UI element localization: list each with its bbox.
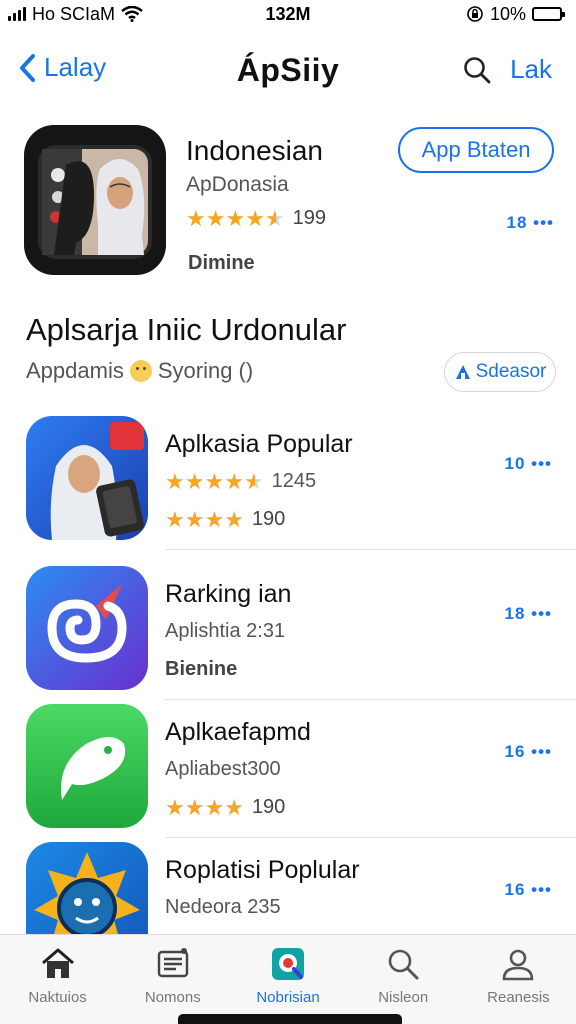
- app-name: Aplkaefapmd: [165, 718, 311, 746]
- featured-rating: ★ ★ ★ ★ ★ 199: [186, 207, 326, 230]
- home-icon: [41, 948, 74, 978]
- lock-rotation-icon: [467, 6, 483, 22]
- search-badge-icon: [272, 948, 304, 980]
- list-item[interactable]: Rarking ian Aplishtia 2:31 Bienine 18 ••…: [0, 562, 576, 700]
- more-options-button[interactable]: 16 •••: [505, 880, 553, 900]
- star-icon: ★: [184, 468, 205, 494]
- status-bar: Ho SCIaM 132M 10%: [0, 0, 576, 28]
- section-title: Aplsarja Iniic Urdonular: [26, 312, 347, 347]
- tab-search-active[interactable]: Nobrisian: [230, 935, 345, 1024]
- rating-count: 190: [251, 796, 286, 818]
- back-label: Lalay: [44, 52, 107, 82]
- more-options-button[interactable]: 18 •••: [505, 604, 553, 624]
- season-button[interactable]: Sdeasor: [444, 352, 556, 392]
- app-rating: ★ ★ ★ ★ ★ 1245: [165, 470, 316, 493]
- star-icon: ★: [225, 205, 246, 231]
- star-icon: ★: [184, 794, 205, 820]
- app-subtitle: Apliabest300: [165, 758, 281, 780]
- search-icon[interactable]: [462, 55, 492, 85]
- star-icon: ★: [243, 468, 264, 494]
- section-subtitle-text: Appdamis: [26, 358, 124, 383]
- star-icon: ★: [184, 506, 205, 532]
- signal-icon: [8, 7, 26, 21]
- tab-list[interactable]: Nomons: [115, 935, 230, 1024]
- star-icon: ★: [204, 468, 225, 494]
- app-rating: ★ ★ ★ ★ 190: [165, 796, 285, 819]
- star-icon: ★: [204, 506, 225, 532]
- more-options-button[interactable]: 18 •••: [507, 213, 555, 233]
- get-app-button[interactable]: App Btaten: [398, 127, 554, 173]
- star-icon: ★: [245, 205, 265, 231]
- tab-label: Nomons: [144, 989, 201, 1006]
- star-icon: ★: [264, 205, 285, 231]
- tab-label: Nisleon: [378, 989, 429, 1006]
- wifi-icon: [121, 6, 143, 22]
- season-button-label: Sdeasor: [475, 361, 547, 382]
- featured-app-icon: [24, 125, 166, 275]
- store-icon: [455, 365, 470, 379]
- star-icon: ★: [186, 205, 206, 231]
- featured-app[interactable]: Indonesian ApDonasia ★ ★ ★ ★ ★ 199 Dimine Ap…: [24, 125, 560, 275]
- star-icon: ★: [205, 205, 226, 231]
- app-subtitle: Aplishtia 2:31: [165, 620, 286, 642]
- tab-profile[interactable]: Reanesis: [461, 935, 576, 1024]
- rating-count: 199: [292, 207, 327, 229]
- featured-app-name: Indonesian: [186, 135, 324, 166]
- app-rating-secondary: ★ ★ ★ ★ 190: [165, 508, 285, 531]
- carrier-label: Ho SCIaM: [32, 3, 116, 24]
- app-name: Rarking ian: [165, 580, 292, 608]
- star-icon: ★: [224, 794, 244, 820]
- star-icon: ★: [224, 468, 244, 494]
- smiley-icon: [129, 360, 152, 382]
- star-icon: ★: [204, 794, 225, 820]
- more-options-button[interactable]: 10 •••: [505, 454, 553, 474]
- star-rating: ★★★★: [165, 506, 244, 532]
- tab-label: Nobrisian: [256, 989, 320, 1006]
- star-rating: ★★★★: [165, 794, 244, 820]
- home-indicator: [178, 1014, 402, 1024]
- tab-label: Reanesis: [487, 989, 550, 1006]
- list-icon: [157, 948, 188, 978]
- back-button[interactable]: Lalay: [18, 52, 106, 83]
- star-icon: ★: [165, 794, 185, 820]
- battery-percent: 10%: [489, 3, 526, 24]
- tab-label: Naktuios: [28, 989, 87, 1006]
- section-subtitle-extra: Syoring (): [157, 358, 254, 383]
- rating-count: 190: [251, 508, 286, 530]
- app-icon: [26, 416, 148, 540]
- app-icon: [26, 704, 148, 828]
- featured-app-label: Dimine: [188, 252, 255, 274]
- star-rating: ★ ★ ★ ★ ★: [186, 205, 285, 231]
- list-item[interactable]: Aplkasia Popular ★ ★ ★ ★ ★ 1245 ★ ★ ★ ★ 190 10 …: [0, 412, 576, 550]
- app-icon: [26, 566, 148, 690]
- app-label: Bienine: [165, 658, 238, 680]
- nav-bar: Lalay ÁpSiiy Lak: [0, 42, 576, 102]
- nav-right-link[interactable]: Lak: [510, 54, 552, 85]
- tab-home[interactable]: Naktuios: [0, 935, 115, 1024]
- app-name: Roplatisi Poplular: [165, 856, 360, 884]
- clock: 132M: [265, 3, 311, 24]
- tab-search[interactable]: Nisleon: [346, 935, 461, 1024]
- battery-icon: [532, 7, 565, 21]
- app-subtitle: Nedeora 235: [165, 896, 281, 918]
- star-icon: ★: [165, 468, 185, 494]
- app-name: Aplkasia Popular: [165, 430, 353, 458]
- more-options-button[interactable]: 16 •••: [505, 742, 553, 762]
- section-subtitle: Appdamis Syoring (): [26, 358, 253, 384]
- star-icon: ★: [165, 506, 185, 532]
- divider: [165, 549, 576, 550]
- featured-app-subtitle: ApDonasia: [186, 173, 289, 196]
- star-rating: ★ ★ ★ ★ ★: [165, 468, 264, 494]
- list-item[interactable]: Aplkaefapmd Apliabest300 ★ ★ ★ ★ 190 16 •••: [0, 700, 576, 838]
- tab-bar: Naktuios Nomons Nobrisian Nisleon Reanes…: [0, 934, 576, 1024]
- rating-count: 1245: [271, 470, 317, 492]
- person-icon: [503, 949, 534, 981]
- search-icon: [388, 949, 419, 980]
- chevron-left-icon: [20, 53, 35, 82]
- star-icon: ★: [224, 506, 244, 532]
